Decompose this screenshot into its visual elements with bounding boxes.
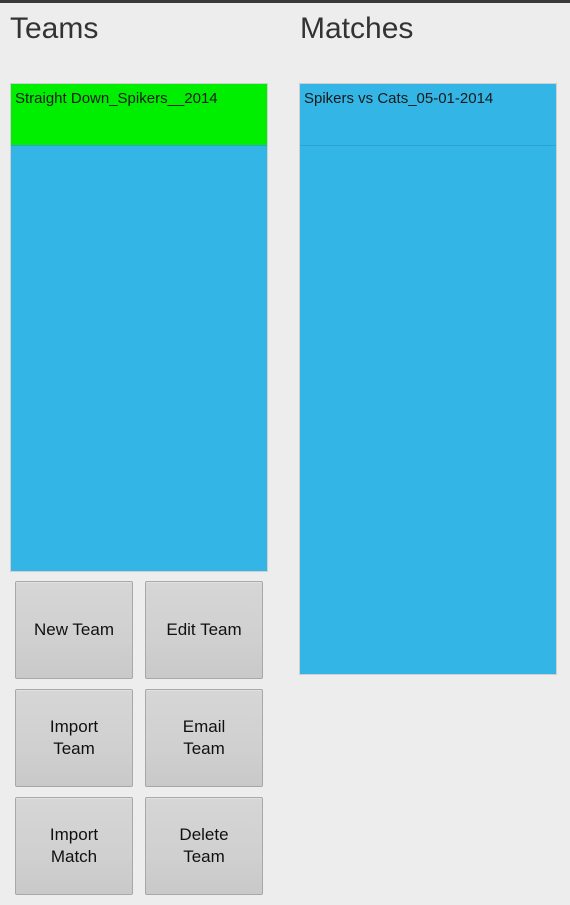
email-team-button-label: Email Team [182, 717, 226, 758]
teams-button-row-3: Import Match Delete Team [15, 797, 268, 895]
new-team-button-label: New Team [34, 620, 114, 639]
teams-button-row-1: New Team Edit Team [15, 581, 268, 679]
delete-team-button-label: Delete Team [179, 825, 229, 866]
email-team-button[interactable]: Email Team [145, 689, 263, 787]
matches-column: Matches Spikers vs Cats_05-01-2014 Seaso… [285, 3, 570, 900]
import-match-button-label: Import Match [49, 825, 99, 866]
page-title-matches: Matches [300, 12, 414, 45]
page-title-teams: Teams [10, 12, 99, 45]
teams-column: Teams Straight Down_Spikers__2014 New Te… [0, 3, 285, 900]
edit-team-button[interactable]: Edit Team [145, 581, 263, 679]
new-team-button[interactable]: New Team [15, 581, 133, 679]
import-team-button[interactable]: Import Team [15, 689, 133, 787]
delete-team-button[interactable]: Delete Team [145, 797, 263, 895]
team-item-label: Straight Down_Spikers__2014 [15, 90, 218, 107]
list-item[interactable]: Straight Down_Spikers__2014 [11, 84, 267, 146]
import-team-button-label: Import Team [49, 717, 99, 758]
matches-list[interactable]: Spikers vs Cats_05-01-2014 [299, 83, 557, 675]
teams-list[interactable]: Straight Down_Spikers__2014 [10, 83, 268, 572]
teams-button-row-2: Import Team Email Team [15, 689, 268, 787]
app-root: Teams Straight Down_Spikers__2014 New Te… [0, 0, 570, 900]
teams-button-grid: New Team Edit Team Import Team Email Tea… [15, 581, 268, 905]
match-item-label: Spikers vs Cats_05-01-2014 [304, 90, 494, 107]
import-match-button[interactable]: Import Match [15, 797, 133, 895]
edit-team-button-label: Edit Team [166, 620, 242, 639]
list-item[interactable]: Spikers vs Cats_05-01-2014 [300, 84, 556, 146]
